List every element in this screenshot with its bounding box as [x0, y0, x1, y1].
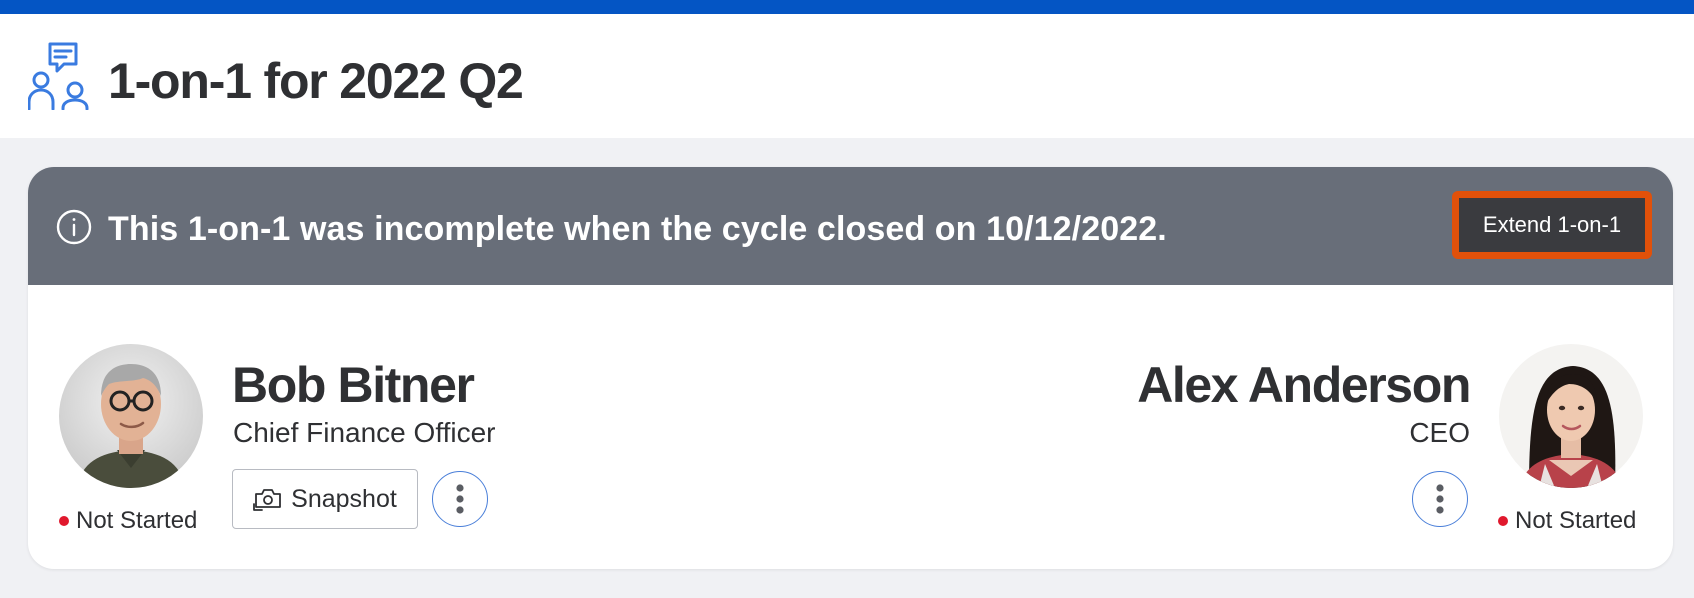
avatar-alex-anderson — [1499, 344, 1643, 488]
status-dot — [1498, 516, 1508, 526]
status-text-right: Not Started — [1515, 507, 1637, 534]
participant-name-left: Bob Bitner — [232, 357, 475, 413]
page-title: 1-on-1 for 2022 Q2 — [108, 53, 524, 109]
participant-role-right: CEO — [1409, 417, 1470, 448]
status-text-left: Not Started — [76, 507, 198, 534]
one-on-one-icon — [28, 42, 89, 110]
cycle-closed-banner: This 1-on-1 was incomplete when the cycl… — [28, 167, 1673, 285]
status-badge-left: Not Started — [59, 507, 197, 535]
kebab-menu-icon — [1436, 484, 1444, 514]
one-on-one-card: This 1-on-1 was incomplete when the cycl… — [28, 167, 1673, 569]
extend-one-on-one-button[interactable]: Extend 1-on-1 — [1452, 191, 1652, 259]
info-icon — [56, 209, 92, 245]
avatar-bob-bitner — [59, 344, 203, 488]
camera-snapshot-icon — [253, 489, 282, 511]
snapshot-button[interactable]: Snapshot — [232, 469, 418, 529]
participant-role-left: Chief Finance Officer — [233, 417, 496, 448]
participant-name-right: Alex Anderson — [1137, 357, 1471, 413]
status-dot — [59, 516, 69, 526]
more-options-button-right[interactable] — [1412, 471, 1468, 527]
top-accent-bar — [0, 0, 1694, 14]
kebab-menu-icon — [456, 484, 464, 514]
snapshot-label: Snapshot — [291, 484, 397, 513]
more-options-button-left[interactable] — [432, 471, 488, 527]
status-badge-right: Not Started — [1498, 507, 1636, 535]
page-header: 1-on-1 for 2022 Q2 — [0, 14, 1694, 138]
banner-message: This 1-on-1 was incomplete when the cycl… — [108, 210, 1167, 248]
